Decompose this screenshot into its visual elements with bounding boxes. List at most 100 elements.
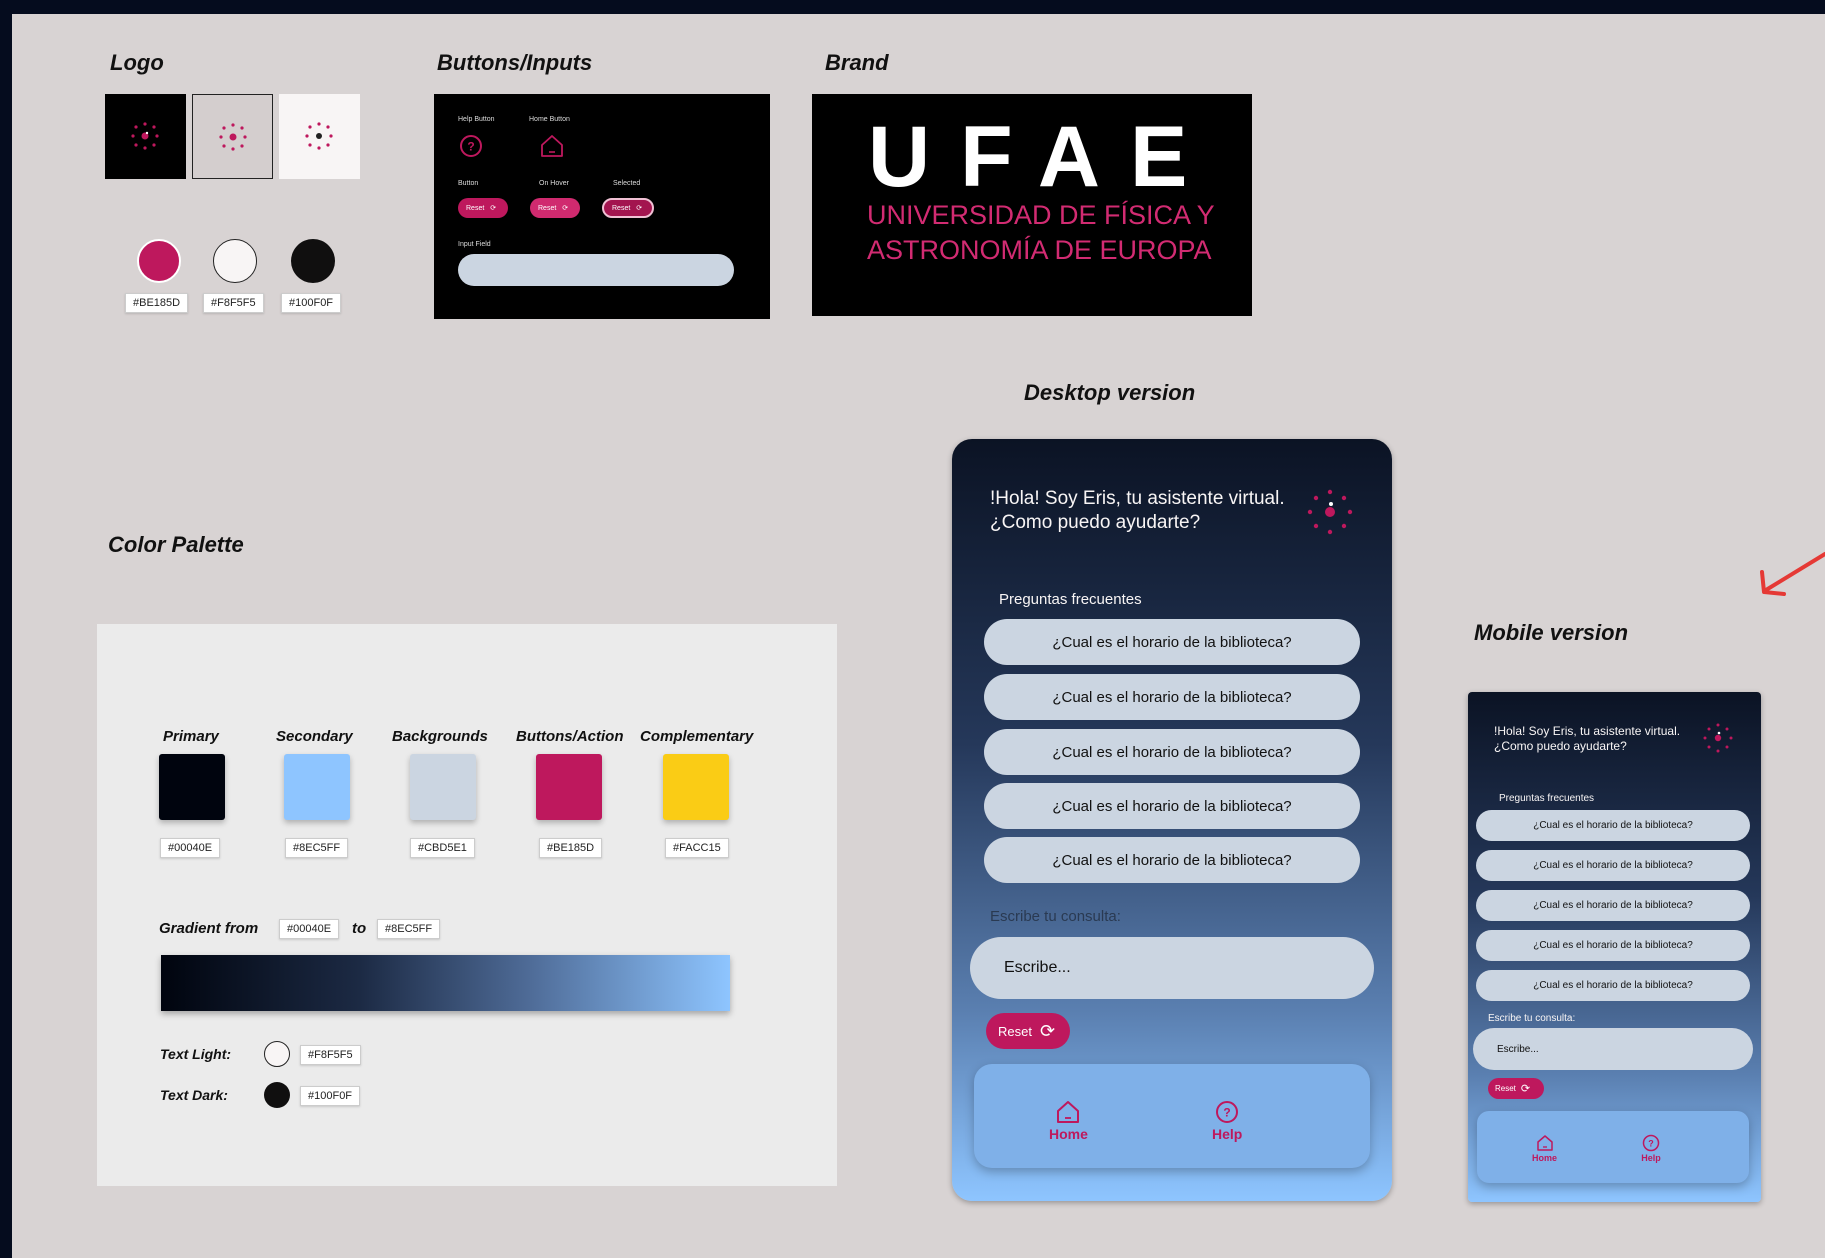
refresh-icon: ⟳ xyxy=(490,205,497,212)
home-icon xyxy=(1057,1101,1080,1123)
chat-greeting: !Hola! Soy Eris, tu asistente virtual. ¿… xyxy=(990,487,1285,535)
logo-grey-tile xyxy=(192,94,273,179)
logo-grey-icon xyxy=(219,123,247,151)
faq-item[interactable]: ¿Cual es el horario de la biblioteca? xyxy=(1476,970,1750,1001)
section-title-color-palette: Color Palette xyxy=(108,532,244,557)
gradient-to-hex: #8EC5FF xyxy=(377,919,441,939)
query-input[interactable]: Escribe... xyxy=(970,937,1374,999)
gradient-from-hex: #00040E xyxy=(279,919,340,939)
brand-line-2: ASTRONOMÍA DE EUROPA xyxy=(867,235,1212,265)
section-title-logo: Logo xyxy=(110,50,164,75)
selected-caption: Selected xyxy=(613,180,641,187)
gradient-to-label: to xyxy=(352,920,367,937)
reset-label: Reset xyxy=(538,204,557,212)
reset-label: Reset xyxy=(612,204,631,212)
complementary-swatch xyxy=(663,754,729,820)
brand-acronym: UFAE xyxy=(868,109,1218,205)
faq-item[interactable]: ¿Cual es el horario de la biblioteca? xyxy=(984,674,1360,720)
logo-light-icon xyxy=(305,122,333,150)
query-input[interactable]: Escribe... xyxy=(1473,1028,1753,1070)
swatch-hex: #00040E xyxy=(160,838,221,858)
primary-swatch xyxy=(159,754,225,820)
logo-color-swatch xyxy=(213,239,257,283)
logo-color-label: #F8F5F5 xyxy=(203,293,264,313)
nav-help[interactable]: ? Help xyxy=(1212,1098,1242,1142)
reset-button[interactable]: Reset ⟳ xyxy=(1488,1078,1544,1099)
nav-home[interactable]: Home xyxy=(1049,1098,1088,1142)
backgrounds-swatch xyxy=(410,754,476,820)
swatch-hex: #BE185D xyxy=(539,838,603,858)
faq-item[interactable]: ¿Cual es el horario de la biblioteca? xyxy=(984,619,1360,665)
query-label: Escribe tu consulta: xyxy=(1488,1013,1576,1024)
swatch-name: Buttons/Action xyxy=(516,728,624,745)
greeting-line-2: ¿Como puedo ayudarte? xyxy=(990,512,1201,533)
design-canvas: Logo #BE185D #F8F5F5 #100F0F Buttons/Inp… xyxy=(12,14,1825,1258)
nav-home-label: Home xyxy=(1532,1153,1558,1163)
home-icon xyxy=(1536,1135,1553,1151)
swatch-hex: #CBD5E1 xyxy=(410,838,475,858)
greeting-line-1: !Hola! Soy Eris, tu asistente virtual. xyxy=(1494,724,1681,738)
chat-greeting: !Hola! Soy Eris, tu asistente virtual. ¿… xyxy=(1494,724,1680,754)
button-caption: Button xyxy=(458,180,479,187)
faq-item[interactable]: ¿Cual es el horario de la biblioteca? xyxy=(984,729,1360,775)
home-button-caption: Home Button xyxy=(529,116,570,123)
query-label: Escribe tu consulta: xyxy=(990,908,1121,925)
text-dark-swatch xyxy=(264,1082,290,1108)
bottom-nav: Home ? Help xyxy=(1477,1111,1749,1183)
faq-heading: Preguntas frecuentes xyxy=(1499,793,1595,804)
reset-button-hover[interactable]: Reset ⟳ xyxy=(530,198,580,218)
brand-panel: UFAE UNIVERSIDAD DE FÍSICA Y ASTRONOMÍA … xyxy=(812,94,1252,316)
faq-item[interactable]: ¿Cual es el horario de la biblioteca? xyxy=(984,837,1360,883)
logo-dark-icon xyxy=(131,122,159,150)
logo-color-swatch xyxy=(291,239,335,283)
refresh-icon: ⟳ xyxy=(636,205,643,212)
faq-item[interactable]: ¿Cual es el horario de la biblioteca? xyxy=(1476,890,1750,921)
logo-dark-tile xyxy=(105,94,186,179)
greeting-line-2: ¿Como puedo ayudarte? xyxy=(1494,739,1627,753)
input-field-caption: Input Field xyxy=(458,241,491,248)
home-icon[interactable] xyxy=(539,133,565,159)
reset-label: Reset xyxy=(1495,1084,1516,1093)
nav-help[interactable]: ? Help xyxy=(1641,1133,1661,1163)
reset-button[interactable]: Reset ⟳ xyxy=(986,1013,1070,1049)
mobile-chat-window: !Hola! Soy Eris, tu asistente virtual. ¿… xyxy=(1468,692,1761,1202)
nav-home-label: Home xyxy=(1049,1126,1088,1142)
swatch-name: Primary xyxy=(163,728,219,745)
faq-item[interactable]: ¿Cual es el horario de la biblioteca? xyxy=(1476,850,1750,881)
buttons-action-swatch xyxy=(536,754,602,820)
reset-label: Reset xyxy=(998,1023,1032,1039)
refresh-icon: ⟳ xyxy=(1039,1020,1056,1041)
help-icon: ? xyxy=(1642,1134,1660,1152)
reset-button-selected[interactable]: Reset ⟳ xyxy=(602,198,654,218)
refresh-icon: ⟳ xyxy=(1520,1083,1531,1095)
text-light-swatch xyxy=(264,1041,290,1067)
text-light-hex: #F8F5F5 xyxy=(300,1045,361,1065)
faq-item[interactable]: ¿Cual es el horario de la biblioteca? xyxy=(984,783,1360,829)
gradient-bar xyxy=(161,955,730,1011)
brand-line-1: UNIVERSIDAD DE FÍSICA Y xyxy=(867,200,1215,230)
logo-light-tile xyxy=(279,94,360,179)
assistant-logo-icon xyxy=(1703,723,1733,753)
section-title-mobile: Mobile version xyxy=(1474,620,1629,645)
swatch-hex: #FACC15 xyxy=(665,838,729,858)
section-title-buttons-inputs: Buttons/Inputs xyxy=(437,50,593,75)
nav-home[interactable]: Home xyxy=(1532,1133,1557,1163)
input-field-sample[interactable] xyxy=(458,254,734,286)
faq-heading: Preguntas frecuentes xyxy=(999,591,1142,608)
logo-color-label: #BE185D xyxy=(125,293,189,313)
help-icon[interactable]: ? xyxy=(459,134,483,158)
text-light-label: Text Light: xyxy=(160,1046,232,1062)
text-dark-label: Text Dark: xyxy=(160,1087,228,1103)
reset-label: Reset xyxy=(466,204,485,212)
faq-item[interactable]: ¿Cual es el horario de la biblioteca? xyxy=(1476,810,1750,841)
secondary-swatch xyxy=(284,754,350,820)
gradient-from-label: Gradient from xyxy=(159,920,259,937)
section-title-brand: Brand xyxy=(825,50,889,75)
swatch-name: Complementary xyxy=(640,728,754,745)
buttons-inputs-panel: Help Button Home Button ? Button On Hove… xyxy=(434,94,770,319)
section-title-desktop: Desktop version xyxy=(1024,380,1196,405)
svg-text:?: ? xyxy=(1648,1139,1654,1149)
reset-button-default[interactable]: Reset ⟳ xyxy=(458,198,508,218)
faq-item[interactable]: ¿Cual es el horario de la biblioteca? xyxy=(1476,930,1750,961)
on-hover-caption: On Hover xyxy=(539,180,569,187)
